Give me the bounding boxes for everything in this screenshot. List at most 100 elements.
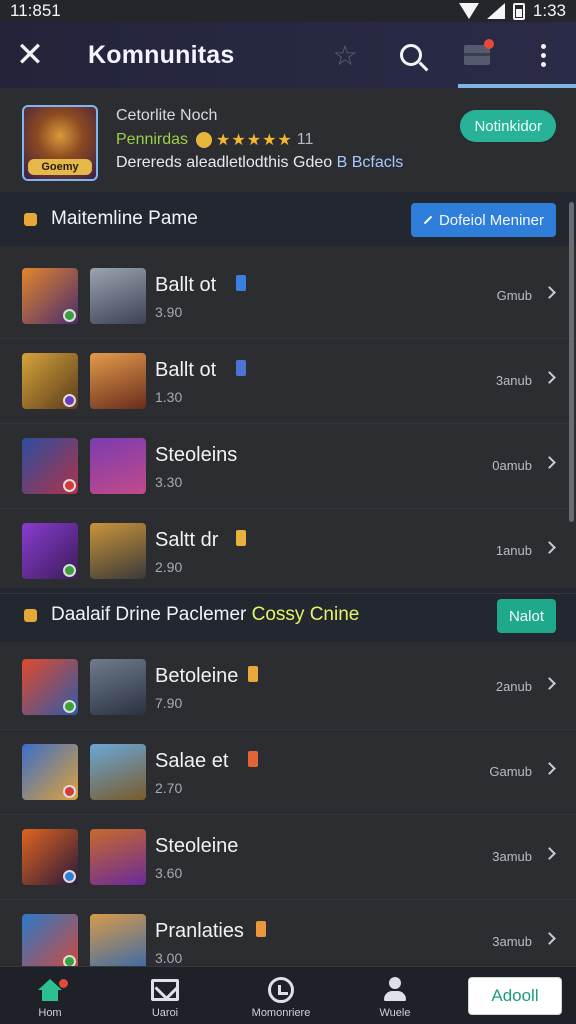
badge-icon [63,564,76,577]
active-tab-indicator [458,84,576,88]
game-avatar [22,744,78,800]
item-name: Betoleine [155,665,239,687]
nav-profile[interactable]: Wuele [350,977,440,1019]
character-avatar [90,914,146,970]
rating-label: Pennirdas [116,131,189,148]
item-value: 3.30 [155,474,183,490]
character-avatar [90,744,146,800]
item-name: Steoleins [155,444,238,466]
scrollbar[interactable] [569,202,574,522]
section-bullet-icon [24,212,37,226]
game-description-link[interactable]: B Bcfacls [337,154,404,171]
clock-icon [268,977,294,1003]
game-avatar [22,829,78,885]
game-avatar [22,914,78,970]
chevron-right-icon [543,286,556,299]
item-value: 1.30 [155,389,183,405]
rating-stars: ★★★★★ [216,132,293,149]
wifi-icon [458,3,479,19]
tag-icon [236,275,246,291]
character-avatar [90,829,146,885]
list-item[interactable]: Steoleine 3.60 3amub [0,815,576,900]
chevron-right-icon [543,847,556,860]
game-description-text: Derereds aleadletlodthis Gdeo [116,154,333,171]
badge-icon [63,309,76,322]
item-name: Saltt dr [155,529,219,551]
game-avatar [22,659,78,715]
game-avatar [22,353,78,409]
section-bullet-icon [24,608,37,622]
inbox-icon [151,979,179,1001]
badge-icon [63,785,76,798]
item-meta: 1anub [495,543,532,558]
character-avatar [90,659,146,715]
list-item[interactable]: Steoleins 3.30 0amub [0,424,576,509]
emoji-icon [196,132,213,148]
item-name: Ballt ot [155,274,217,296]
star-icon: ☆ [332,39,358,71]
section-title-text: Daalaif Drine Paclemer [51,604,247,625]
item-value: 3.90 [155,304,183,320]
item-value: 3.00 [155,950,183,966]
search-icon [400,44,422,66]
nav-profile-label: Wuele [379,1007,411,1019]
nav-home[interactable]: Hom [5,977,95,1019]
section-action-button[interactable]: Dofeiol Meniner [410,203,556,237]
messages-button[interactable] [444,27,510,83]
item-value: 7.90 [155,695,183,711]
favorite-button[interactable]: ☆ [312,27,378,83]
item-value: 2.90 [155,559,183,575]
game-description: Derereds aleadletlodthis Gdeo B Bcfacls [116,154,403,172]
list-item[interactable]: Betoleine 7.90 2anub [0,645,576,730]
item-meta: 2anub [495,679,532,694]
nav-inbox[interactable]: Uaroi [120,977,210,1019]
more-vert-icon [540,43,546,67]
item-meta: 3amub [492,849,532,864]
game-thumbnail[interactable]: Goemy [22,105,98,181]
section-header-secondary: Daalaif Drine Paclemer Cossy Cnine Nalot [0,588,576,642]
nav-history[interactable]: Momonriere [236,977,326,1019]
list-item[interactable]: Ballt ot 1.30 3anub [0,339,576,424]
section-header-main: Maitemline Pame Dofeiol Meniner [0,192,576,246]
close-icon[interactable]: ✕ [2,27,58,83]
more-button[interactable] [510,27,576,83]
section-title: Daalaif Drine Paclemer Cossy Cnine [51,604,359,626]
tag-icon [256,921,266,937]
list-item[interactable]: Salae et 2.70 Gamub [0,730,576,815]
game-title: Cetorlite Noch [116,107,218,124]
character-avatar [90,353,146,409]
tag-icon [236,530,246,546]
bottom-nav: Hom Uaroi Momonriere Wuele Adooll [0,966,576,1024]
badge-icon [63,394,76,407]
status-icons: 1:33 [458,1,566,21]
nav-home-label: Hom [38,1007,62,1019]
item-name: Salae et [155,750,229,772]
game-avatar [22,268,78,324]
item-meta: 3amub [492,934,532,949]
section-action-button[interactable]: Nalot [496,599,556,633]
nav-inbox-label: Uaroi [151,1007,179,1019]
chevron-right-icon [543,541,556,554]
tag-icon [236,360,246,376]
list-item[interactable]: Saltt dr 2.90 1anub [0,509,576,594]
list-item[interactable]: Ballt ot 3.90 Gmub [0,254,576,339]
notify-button[interactable]: Notinkidor [460,110,556,142]
battery-icon [512,2,525,20]
item-meta: Gamub [489,764,532,779]
game-header: Goemy Cetorlite Noch Pennirdas ★★★★★ 11 … [0,92,576,192]
add-button[interactable]: Adooll [468,977,562,1015]
item-name: Ballt ot [155,359,217,381]
chevron-right-icon [543,762,556,775]
item-meta: Gmub [496,288,532,303]
game-avatar [22,523,78,579]
section-title: Maitemline Pame [51,208,198,229]
badge-icon [63,700,76,713]
chevron-right-icon [543,456,556,469]
section-title-highlight: Cossy Cnine [251,604,360,625]
badge-icon [63,870,76,883]
status-clock-right: 1:33 [532,1,566,20]
section-action-label: Dofeiol Meniner [438,211,544,229]
item-name: Pranlaties [155,920,244,942]
pencil-icon [423,215,433,225]
search-button[interactable] [378,27,444,83]
